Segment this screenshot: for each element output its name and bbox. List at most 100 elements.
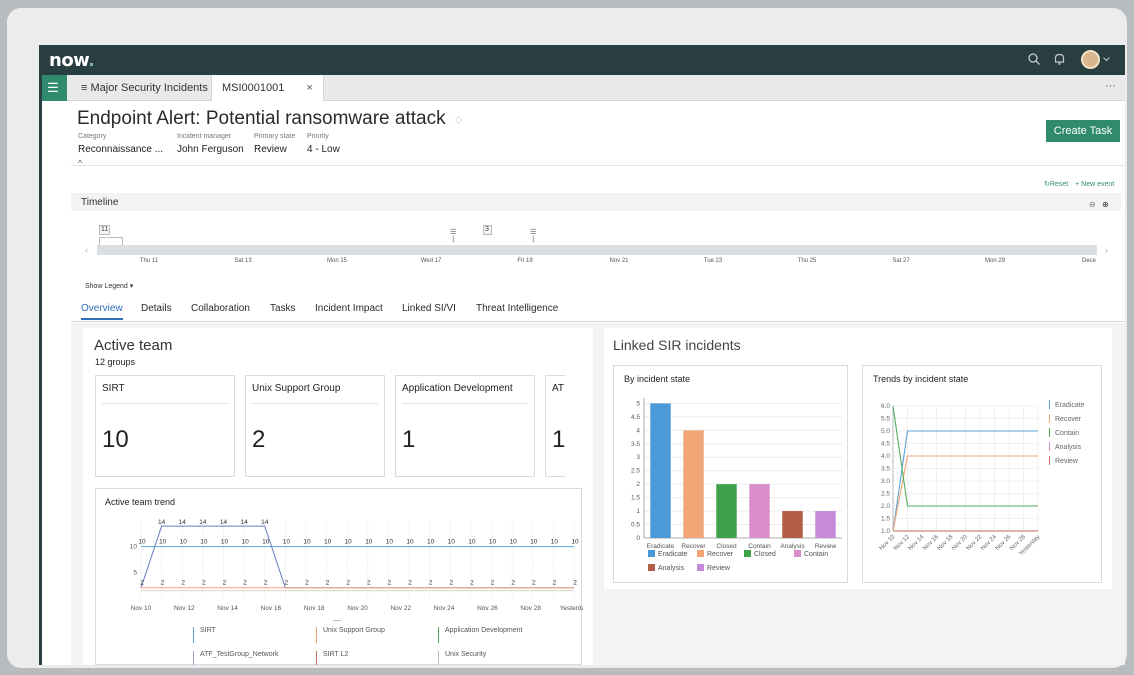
user-avatar[interactable] (1081, 50, 1100, 69)
bar-review (815, 511, 836, 538)
data-label: 14 (261, 519, 269, 526)
create-task-button[interactable]: Create Task (1046, 120, 1120, 142)
tab-major-security-incidents[interactable]: ≡ Major Security Incidents (71, 75, 218, 101)
card-title: SIRT (102, 383, 125, 394)
zoom-in-icon[interactable]: ⊕ (1102, 200, 1109, 209)
legend-swatch (316, 627, 317, 643)
data-label: 10 (180, 539, 188, 546)
record-title: Endpoint Alert: Potential ransomware att… (77, 108, 464, 129)
data-label: 10 (221, 539, 229, 546)
y-tick-label: 0.5 (631, 522, 640, 529)
tab-linked-si-vi[interactable]: Linked SI/VI (402, 303, 456, 314)
timeline-marker[interactable]: 3 (483, 225, 492, 235)
bar-closed (716, 484, 737, 538)
team-card-at[interactable]: AT 1 (545, 375, 565, 477)
data-label: 10 (571, 539, 579, 546)
active-team-trend-title: Active team trend (105, 497, 176, 507)
tab-collaboration[interactable]: Collaboration (191, 303, 250, 314)
team-card-sirt[interactable]: SIRT 10 (95, 375, 235, 477)
legend-label: Review (1055, 458, 1078, 465)
data-label: 10 (530, 539, 538, 546)
groups-count: 12 groups (95, 357, 136, 367)
team-card-application-development[interactable]: Application Development 1 (395, 375, 535, 477)
timeline-date-label: Fri 19 (517, 258, 533, 264)
tab-tasks[interactable]: Tasks (270, 303, 296, 314)
data-label: 10 (324, 539, 332, 546)
more-options-icon[interactable]: ··· (1105, 75, 1116, 97)
legend-item: Analysis (1049, 442, 1081, 451)
data-label: 10 (241, 539, 249, 546)
timeline-prev-arrow[interactable]: ‹ (85, 245, 88, 255)
bar-contain (749, 484, 770, 538)
legend-label: SIRT L2 (323, 651, 349, 658)
priority-value: 4 - Low (307, 144, 340, 155)
legend-label: Unix Support Group (323, 627, 385, 634)
legend-swatch (438, 627, 439, 643)
legend-swatch (1049, 442, 1050, 451)
legend-item: Unix Security (438, 651, 486, 665)
legend-label: Analysis (658, 565, 685, 572)
x-tick-label: Recover (681, 543, 706, 550)
legend-item: Closed (744, 550, 776, 558)
y-tick-label: 2.5 (631, 468, 640, 475)
active-team-trend-panel: Active team trend 5 10 10 10 10 10 10 10 10 10 10 1… (95, 488, 583, 665)
tab-msi0001001[interactable]: MSI0001001 × (211, 75, 324, 101)
primary-state-value: Review (254, 144, 287, 155)
team-card-unix-support-group[interactable]: Unix Support Group 2 (245, 375, 385, 477)
tab-incident-impact[interactable]: Incident Impact (315, 303, 383, 314)
now-logo[interactable]: now (49, 50, 94, 71)
y-tick-label: 3.5 (631, 441, 640, 448)
y-tick-label: 1.0 (881, 528, 890, 535)
card-value: 2 (252, 426, 266, 453)
show-legend-toggle[interactable]: Show Legend ▾ (85, 282, 133, 290)
legend-swatch (438, 651, 439, 665)
zoom-out-icon[interactable]: ⊖ (1089, 200, 1096, 209)
timeline-actions: ↻Reset + New event (1044, 180, 1114, 188)
data-label: 10 (489, 539, 497, 546)
legend-swatch (744, 550, 751, 557)
timeline-track[interactable] (97, 245, 1097, 255)
y-tick-label: 6.0 (881, 403, 890, 410)
new-event-link[interactable]: + New event (1075, 181, 1114, 188)
tab-overview[interactable]: Overview (81, 303, 123, 320)
y-tick-label: 4.5 (881, 441, 890, 448)
y-tick-label: 4.5 (631, 414, 640, 421)
tab-close-button[interactable]: × (306, 82, 312, 94)
y-tick-label: 5 (636, 400, 640, 407)
legend-label: Review (707, 565, 730, 572)
by-incident-state-panel: By incident state 0 0.5 1 1.5 2 2.5 3 3.5 4 4.5 5 E… (613, 365, 848, 583)
legend-label: Analysis (1055, 444, 1082, 451)
timeline-next-arrow[interactable]: › (1105, 245, 1108, 255)
chevron-up-icon[interactable]: ^ (78, 158, 82, 168)
priority-label: Priority (307, 133, 329, 140)
bar-analysis (782, 511, 803, 538)
timeline-date-label: Thu 25 (797, 258, 817, 264)
y-tick-label: 10 (130, 544, 138, 551)
data-label: 2 (161, 580, 165, 587)
card-divider (402, 403, 528, 404)
tab-details[interactable]: Details (141, 303, 172, 314)
timeline-event-stack[interactable]: ☰ | (530, 228, 536, 243)
tab-threat-intelligence[interactable]: Threat Intelligence (476, 303, 558, 314)
data-label: 2 (346, 580, 350, 587)
data-label: 10 (159, 539, 167, 546)
data-label: 2 (181, 580, 185, 587)
legend-swatch (1049, 428, 1050, 437)
legend-item: Review (1049, 456, 1078, 465)
x-tick-label: Nov 14 (217, 605, 238, 612)
device-frame: now ☰ ≡ Major Security Incidents MSI0001… (7, 8, 1127, 668)
x-tick-label: Nov 12 (174, 605, 195, 612)
search-icon[interactable] (1027, 52, 1041, 66)
timeline-event-stack[interactable]: ☰ | (450, 228, 456, 243)
timeline-event-span[interactable] (99, 237, 123, 245)
timeline-date-label: Mon 29 (984, 258, 1006, 264)
timeline-marker[interactable]: 11 (99, 225, 110, 235)
legend-label: SIRT (200, 627, 216, 634)
card-title: Unix Support Group (252, 383, 341, 394)
list-menu-icon[interactable]: ☰ (39, 75, 67, 101)
trends-by-incident-state-title: Trends by incident state (873, 374, 969, 384)
tag-icon[interactable]: ♢ (454, 115, 464, 127)
reset-link[interactable]: ↻Reset (1044, 181, 1068, 188)
bell-icon[interactable] (1053, 52, 1066, 66)
chevron-down-icon[interactable] (1103, 57, 1110, 62)
